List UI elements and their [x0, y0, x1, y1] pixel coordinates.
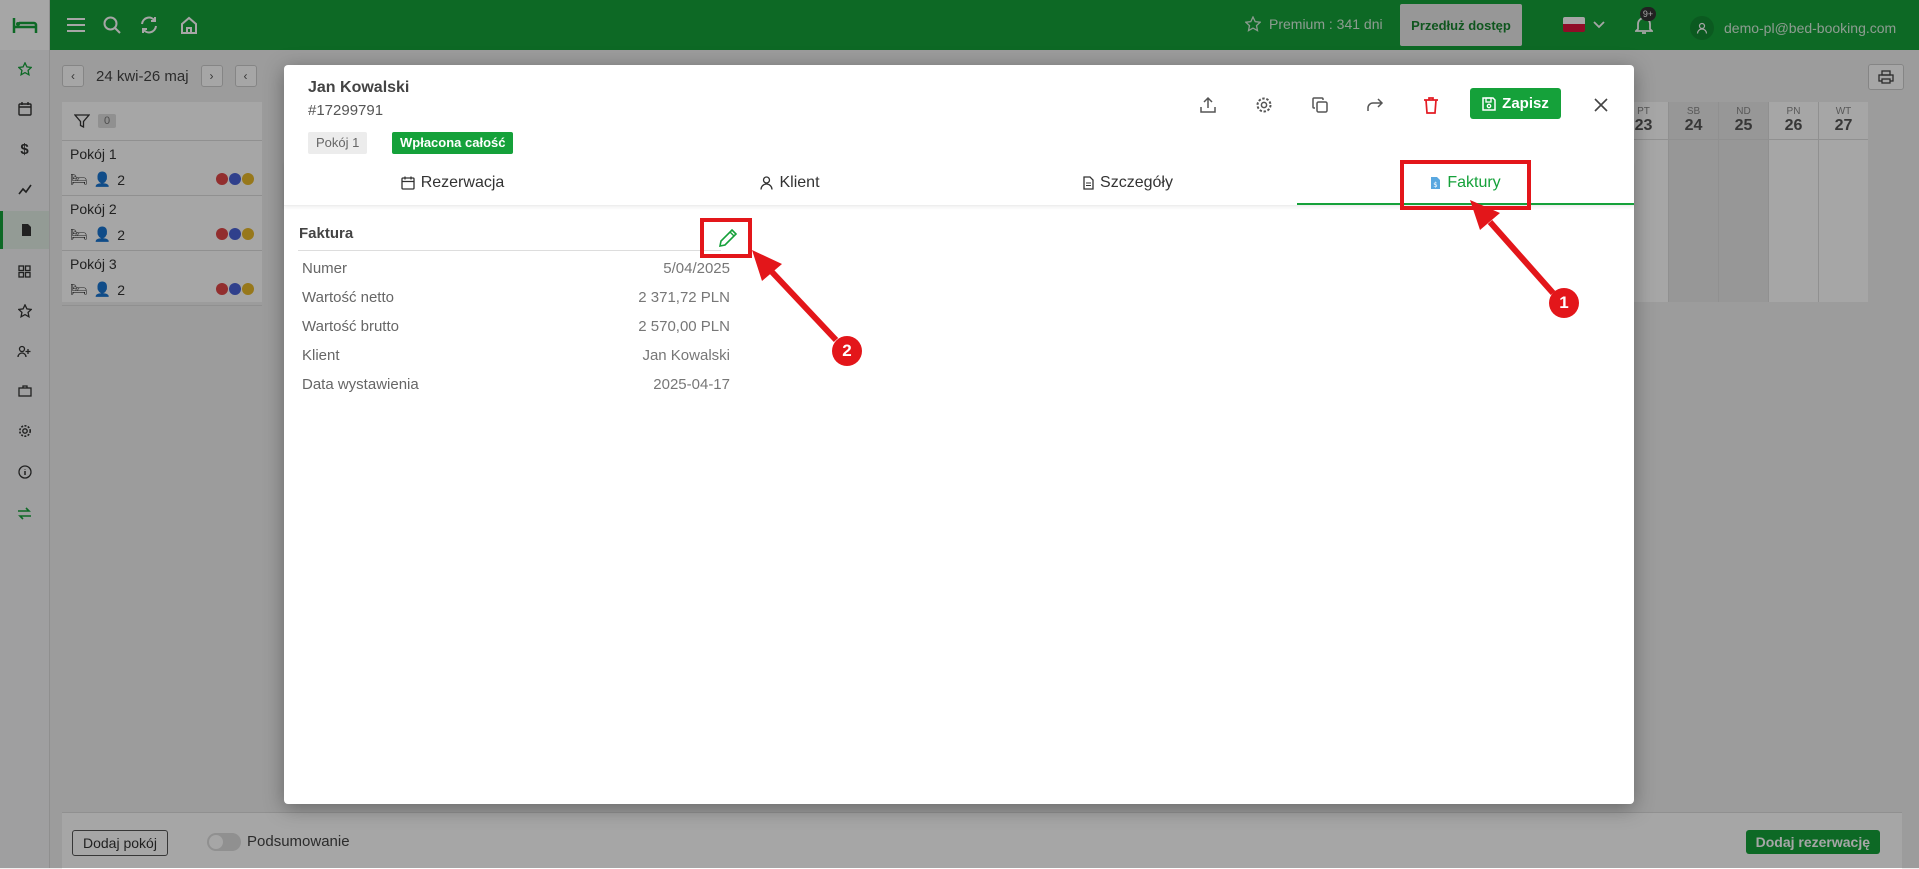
annotation-step-1: 1 [1549, 288, 1579, 318]
annotation-arrows [752, 200, 1556, 343]
annotation-arrow-2 [769, 269, 839, 343]
annotation-arrow-1 [1487, 220, 1556, 295]
annotation-step-2: 2 [832, 336, 862, 366]
